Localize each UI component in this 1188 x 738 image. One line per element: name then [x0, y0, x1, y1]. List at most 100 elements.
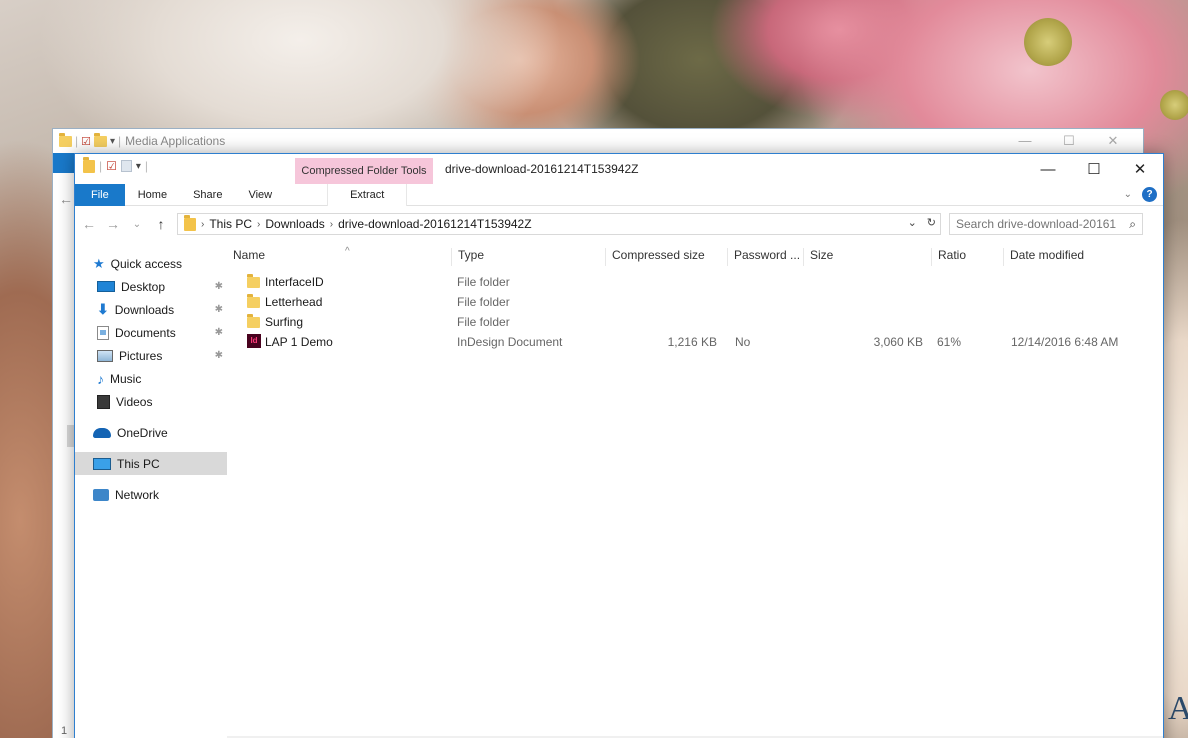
ribbon-tabs: File Home Share View Extract ⌄ ?: [75, 183, 1163, 206]
file-name: Letterhead: [265, 295, 323, 309]
search-icon[interactable]: ⌕: [1129, 217, 1136, 232]
nav-quick-access[interactable]: ★ Quick access: [75, 252, 227, 275]
column-date-modified[interactable]: Date modified: [1003, 248, 1084, 266]
nav-pictures[interactable]: Pictures ✱: [75, 344, 227, 367]
nav-music[interactable]: ♪ Music: [75, 367, 227, 390]
onedrive-icon: [93, 427, 111, 438]
file-type: InDesign Document: [457, 335, 563, 349]
close-button[interactable]: ✕: [1117, 154, 1163, 184]
nav-label: Music: [110, 371, 142, 386]
quick-access-toolbar: | ☑ ▾ |: [83, 156, 149, 173]
up-button[interactable]: ↑: [153, 216, 169, 232]
tab-file[interactable]: File: [75, 183, 125, 206]
help-icon[interactable]: ?: [1142, 187, 1157, 202]
folder-icon: [59, 132, 72, 147]
breadcrumb-current-folder[interactable]: drive-download-20161214T153942Z: [338, 217, 531, 231]
nav-videos[interactable]: Videos: [75, 390, 227, 413]
file-row[interactable]: Surfing File folder: [227, 312, 1163, 332]
navigation-pane[interactable]: ★ Quick access Desktop ✱ ⬇ Downloads ✱ D…: [75, 242, 227, 738]
column-size[interactable]: Size: [803, 248, 833, 266]
search-box[interactable]: ⌕: [949, 213, 1143, 235]
tab-share[interactable]: Share: [180, 184, 235, 206]
properties-icon[interactable]: ☑: [81, 135, 91, 148]
column-name[interactable]: Name ^: [227, 246, 451, 266]
nav-label: Downloads: [114, 302, 175, 317]
file-list[interactable]: Name ^ Type Compressed size Password ...…: [227, 242, 1163, 738]
file-name: InterfaceID: [265, 275, 324, 289]
column-headers: Name ^ Type Compressed size Password ...…: [227, 242, 1163, 268]
background-maximize-button[interactable]: ☐: [1047, 129, 1091, 153]
breadcrumb-separator-icon[interactable]: ›: [257, 219, 260, 230]
file-row[interactable]: InterfaceID File folder: [227, 272, 1163, 292]
computer-icon: [93, 457, 111, 470]
separator-icon: |: [144, 159, 149, 173]
column-compressed-size[interactable]: Compressed size: [605, 248, 705, 266]
expand-ribbon-icon[interactable]: ⌄: [1124, 189, 1132, 200]
nav-label: Documents: [115, 325, 176, 340]
breadcrumb-separator-icon[interactable]: ›: [330, 219, 333, 230]
nav-label: Pictures: [119, 348, 163, 363]
forward-button[interactable]: →: [105, 216, 121, 232]
address-dropdown-icon[interactable]: ⌄: [908, 216, 917, 229]
address-toolbar: ← → ⌄ ↑ › This PC › Downloads › drive-do…: [75, 206, 1163, 242]
download-icon: ⬇: [97, 301, 109, 317]
background-close-button[interactable]: ✕: [1091, 129, 1135, 153]
new-folder-icon[interactable]: [94, 132, 107, 147]
explorer-window[interactable]: | ☑ ▾ | Compressed Folder Tools drive-do…: [74, 153, 1164, 738]
nav-downloads[interactable]: ⬇ Downloads ✱: [75, 298, 227, 321]
background-file-tab[interactable]: [53, 153, 75, 173]
tab-extract[interactable]: Extract: [327, 183, 408, 206]
nav-this-pc[interactable]: This PC: [75, 452, 227, 475]
breadcrumb-this-pc[interactable]: This PC: [209, 217, 252, 231]
search-input[interactable]: [956, 217, 1116, 231]
zip-folder-icon: [83, 156, 95, 173]
pin-icon[interactable]: ✱: [215, 304, 223, 315]
nav-label: Quick access: [110, 256, 183, 271]
nav-network[interactable]: Network: [75, 483, 227, 506]
back-button[interactable]: ←: [81, 216, 97, 232]
nav-label: OneDrive: [117, 425, 168, 440]
column-password[interactable]: Password ...: [727, 248, 800, 266]
column-ratio[interactable]: Ratio: [931, 248, 966, 266]
background-back-icon[interactable]: ←: [59, 191, 73, 207]
breadcrumb-separator-icon[interactable]: ›: [201, 219, 204, 230]
documents-icon: [97, 325, 109, 340]
pin-icon[interactable]: ✱: [215, 327, 223, 338]
file-type: File folder: [457, 295, 510, 309]
minimize-button[interactable]: —: [1025, 154, 1071, 184]
breadcrumb-downloads[interactable]: Downloads: [265, 217, 324, 231]
column-type[interactable]: Type: [451, 248, 484, 266]
recent-locations-button[interactable]: ⌄: [129, 219, 145, 230]
nav-label: Network: [115, 487, 160, 502]
refresh-icon[interactable]: ↻: [927, 216, 936, 229]
tab-home[interactable]: Home: [125, 184, 180, 206]
properties-icon[interactable]: ☑: [106, 159, 117, 173]
sort-ascending-icon: ^: [345, 246, 350, 257]
new-folder-icon[interactable]: [120, 160, 132, 172]
customize-toolbar-icon[interactable]: ▾: [136, 161, 141, 172]
nav-documents[interactable]: Documents ✱: [75, 321, 227, 344]
videos-icon: [97, 394, 110, 409]
tab-view[interactable]: View: [235, 184, 285, 206]
file-row[interactable]: Id LAP 1 Demo InDesign Document 1,216 KB…: [227, 332, 1163, 352]
file-password: No: [735, 335, 751, 349]
file-type: File folder: [457, 315, 510, 329]
background-item-count: 1: [61, 725, 68, 737]
address-bar[interactable]: › This PC › Downloads › drive-download-2…: [177, 213, 941, 235]
pin-icon[interactable]: ✱: [215, 281, 223, 292]
customize-toolbar-icon[interactable]: ▾: [110, 136, 115, 147]
pin-icon[interactable]: ✱: [215, 350, 223, 361]
window-title: drive-download-20161214T153942Z: [445, 162, 639, 176]
titlebar[interactable]: | ☑ ▾ | Compressed Folder Tools drive-do…: [75, 154, 1163, 184]
file-row[interactable]: Letterhead File folder: [227, 292, 1163, 312]
maximize-button[interactable]: ☐: [1071, 154, 1117, 184]
nav-onedrive[interactable]: OneDrive: [75, 421, 227, 444]
nav-label: This PC: [117, 456, 160, 471]
folder-icon: [247, 274, 260, 289]
background-minimize-button[interactable]: —: [1003, 129, 1047, 153]
compressed-folder-tools-tab[interactable]: Compressed Folder Tools: [295, 158, 433, 184]
nav-label: Videos: [116, 394, 153, 409]
nav-desktop[interactable]: Desktop ✱: [75, 275, 227, 298]
background-quick-access-toolbar: | ☑ ▾ |: [59, 132, 121, 148]
folder-icon: [247, 314, 260, 329]
